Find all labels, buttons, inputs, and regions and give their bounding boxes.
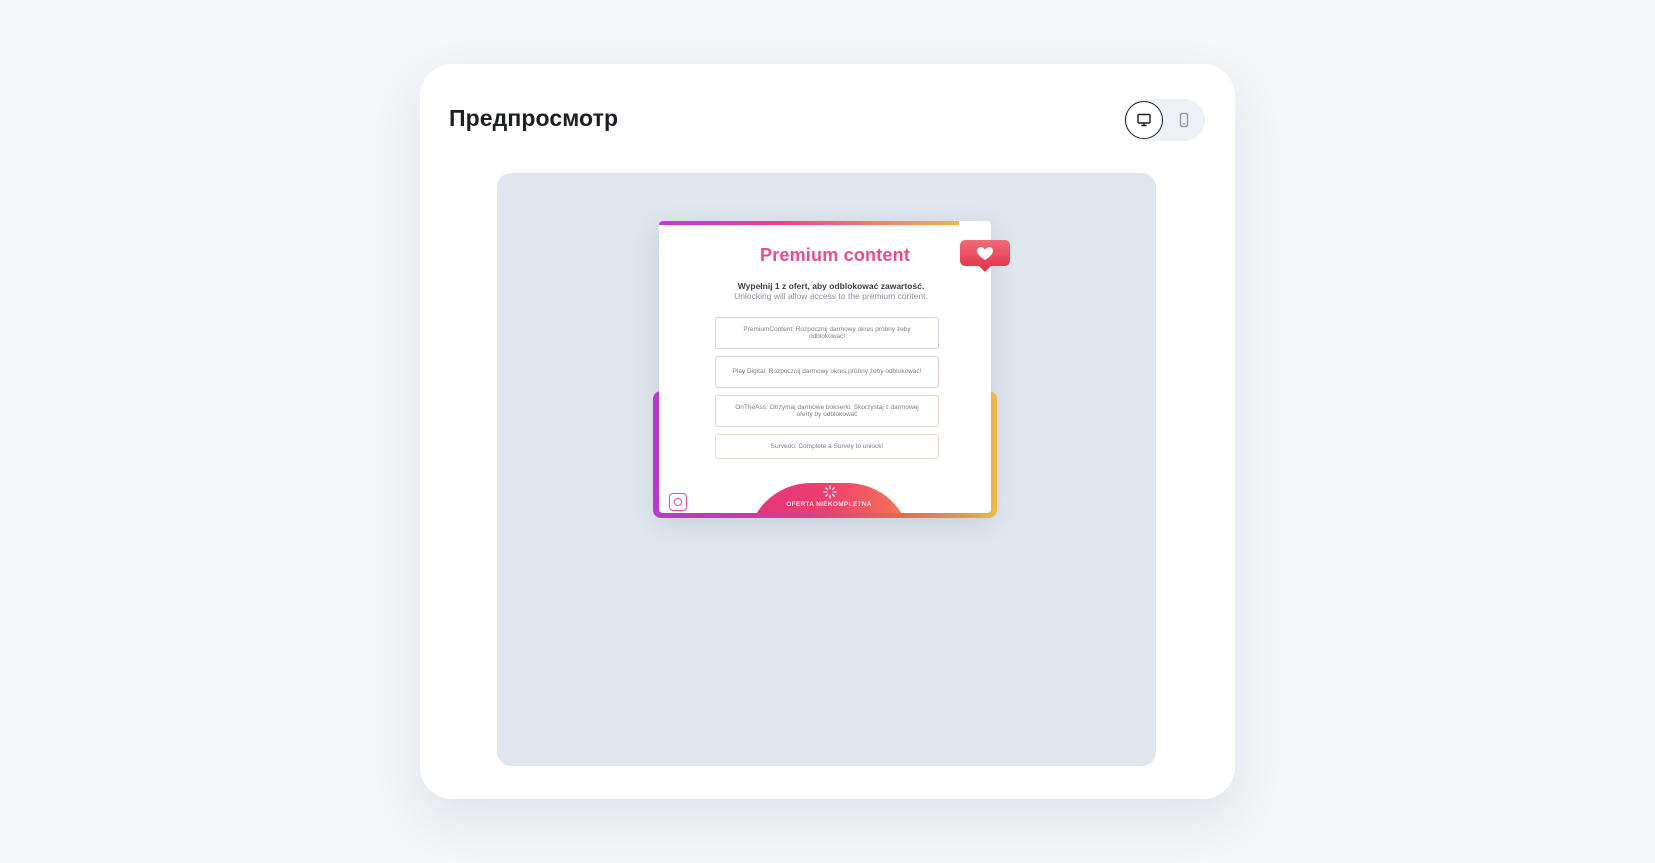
offer-label: OnTheAss: Otrzymaj darmowe bokserki. Sko… <box>735 403 919 419</box>
spinner-icon <box>823 485 837 499</box>
offer-button[interactable]: Play Digital: Rozpocznij darmowy okres p… <box>715 356 939 388</box>
page-background: Предпросмотр Premium content Wypełnij 1 … <box>0 0 1655 863</box>
content-locker-popup: Premium content Wypełnij 1 z ofert, aby … <box>653 211 1010 521</box>
offer-label: Play Digital: Rozpocznij darmowy okres p… <box>732 368 922 376</box>
popup-top-bar <box>659 221 959 225</box>
popup-title: Premium content <box>759 245 911 265</box>
offer-button[interactable]: OnTheAss: Otrzymaj darmowe bokserki. Sko… <box>715 395 939 427</box>
heart-icon <box>960 240 1010 272</box>
desktop-view-button[interactable] <box>1125 101 1163 139</box>
preview-area: Premium content Wypełnij 1 z ofert, aby … <box>497 173 1156 766</box>
smartphone-icon <box>1179 112 1189 128</box>
preview-card: Предпросмотр Premium content Wypełnij 1 … <box>420 64 1235 799</box>
popup-body: Premium content Wypełnij 1 z ofert, aby … <box>659 221 991 513</box>
instagram-icon <box>669 493 687 511</box>
offer-label: PremiumContent: Rozpocznij darmowy okres… <box>743 325 911 341</box>
mobile-view-button[interactable] <box>1165 101 1203 139</box>
device-toggle <box>1123 99 1205 141</box>
popup-description: Unlocking will allow access to the premi… <box>734 291 928 301</box>
monitor-icon <box>1137 113 1151 127</box>
page-title: Предпросмотр <box>449 105 619 131</box>
offer-button[interactable]: PremiumContent: Rozpocznij darmowy okres… <box>715 317 939 349</box>
offer-label: Surveoo: Complete a Survey to unlock! <box>770 442 884 450</box>
offer-button[interactable]: Surveoo: Complete a Survey to unlock! <box>715 434 939 459</box>
popup-instruction: Wypełnij 1 z ofert, aby odblokować zawar… <box>737 281 925 291</box>
unlock-status-label: OFERTA NIEKOMPLETNA <box>786 501 872 508</box>
